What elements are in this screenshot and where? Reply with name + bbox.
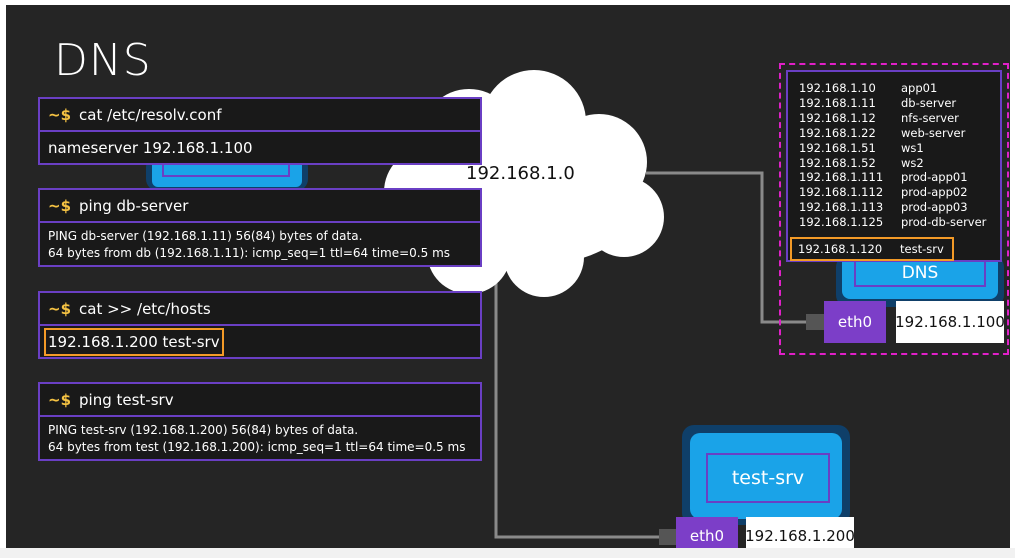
dns-record-row: 192.168.1.10 app01 bbox=[799, 81, 1000, 96]
diagram-canvas: 192.168.1.0 DNS ~$ cat /etc/resolv.conf … bbox=[6, 5, 1010, 548]
dns-server-label: DNS bbox=[901, 263, 939, 283]
dns-hosts-table: 192.168.1.10 app01 192.168.1.11 db-server 19… bbox=[786, 70, 1002, 262]
record-ip: 192.168.1.125 bbox=[799, 215, 884, 230]
network-label: 192.168.1.0 bbox=[466, 163, 575, 184]
output-line: 64 bytes from db (192.168.1.11): icmp_se… bbox=[48, 246, 451, 260]
record-name: nfs-server bbox=[901, 110, 959, 125]
record-ip: 192.168.1.111 bbox=[799, 170, 884, 185]
dns-record-row: 192.168.1.112 prod-app02 bbox=[799, 185, 1000, 200]
command-text: ping db-server bbox=[79, 196, 189, 215]
prompt-symbol: ~$ bbox=[48, 196, 72, 215]
output-line: PING db-server (192.168.1.11) 56(84) byt… bbox=[48, 229, 363, 243]
terminal-2-output: PING db-server (192.168.1.11) 56(84) byt… bbox=[38, 221, 482, 267]
dns-ip-address: 192.168.1.100 bbox=[895, 301, 1005, 343]
record-name: ws2 bbox=[901, 155, 924, 170]
record-name: prod-db-server bbox=[901, 215, 987, 230]
record-name: web-server bbox=[901, 125, 966, 140]
dns-new-record: 192.168.1.120 test-srv bbox=[790, 237, 954, 261]
record-ip: 192.168.1.22 bbox=[799, 125, 876, 140]
record-name: prod-app01 bbox=[901, 170, 968, 185]
output-line: 64 bytes from test (192.168.1.200): icmp… bbox=[48, 440, 466, 454]
record-name: prod-app03 bbox=[901, 200, 968, 215]
terminal-4-command: ~$ ping test-srv bbox=[38, 382, 482, 417]
record-ip: 192.168.1.112 bbox=[799, 185, 884, 200]
test-srv-screen-label-box: test-srv bbox=[706, 453, 830, 503]
dns-record-row: 192.168.1.111 prod-app01 bbox=[799, 170, 1000, 185]
prompt-symbol: ~$ bbox=[48, 105, 72, 124]
record-ip: 192.168.1.120 bbox=[798, 241, 883, 256]
terminal-2-command: ~$ ping db-server bbox=[38, 188, 482, 223]
command-text: cat /etc/resolv.conf bbox=[79, 105, 222, 124]
record-ip: 192.168.1.52 bbox=[799, 155, 876, 170]
record-name: app01 bbox=[901, 81, 938, 95]
record-ip: 192.168.1.113 bbox=[799, 200, 884, 215]
output-line: PING test-srv (192.168.1.200) 56(84) byt… bbox=[48, 423, 359, 437]
prompt-symbol: ~$ bbox=[48, 299, 72, 318]
dns-record-row: 192.168.1.12 nfs-server bbox=[799, 111, 1000, 126]
record-name: ws1 bbox=[901, 140, 924, 155]
dns-record-row: 192.168.1.113 prod-app03 bbox=[799, 200, 1000, 215]
link-cloud-to-test-srv bbox=[494, 255, 661, 539]
command-text: cat >> /etc/hosts bbox=[79, 299, 211, 318]
terminal-1-output: nameserver 192.168.1.100 bbox=[38, 130, 482, 165]
page-title: DNS bbox=[54, 35, 152, 86]
terminal-4-output: PING test-srv (192.168.1.200) 56(84) byt… bbox=[38, 415, 482, 461]
test-srv-eth0-port: eth0 bbox=[676, 517, 738, 548]
record-name: db-server bbox=[901, 95, 957, 110]
dns-record-row: 192.168.1.125 prod-db-server bbox=[799, 215, 1000, 230]
dns-eth0-port: eth0 bbox=[824, 301, 886, 343]
test-srv-ip-address: 192.168.1.200 bbox=[745, 517, 855, 548]
bottom-strip bbox=[0, 548, 1015, 558]
terminal-3-output: 192.168.1.200 test-srv bbox=[38, 324, 482, 359]
command-text: ping test-srv bbox=[79, 390, 174, 409]
record-ip: 192.168.1.11 bbox=[799, 95, 876, 110]
record-name: prod-app02 bbox=[901, 185, 968, 200]
record-name: test-srv bbox=[900, 241, 944, 256]
terminal-3-command: ~$ cat >> /etc/hosts bbox=[38, 291, 482, 326]
test-srv-label: test-srv bbox=[731, 467, 805, 489]
dns-record-row: 192.168.1.22 web-server bbox=[799, 126, 1000, 141]
record-ip: 192.168.1.51 bbox=[799, 140, 876, 155]
dns-record-row: 192.168.1.52 ws2 bbox=[799, 156, 1000, 171]
dns-record-list: 192.168.1.10 app01 192.168.1.11 db-server 19… bbox=[799, 81, 1000, 230]
dns-record-row: 192.168.1.11 db-server bbox=[799, 96, 1000, 111]
output-line: nameserver 192.168.1.100 bbox=[48, 138, 253, 157]
record-ip: 192.168.1.12 bbox=[799, 110, 876, 125]
terminal-1-command: ~$ cat /etc/resolv.conf bbox=[38, 97, 482, 132]
dns-record-row: 192.168.1.51 ws1 bbox=[799, 141, 1000, 156]
new-hosts-entry: 192.168.1.200 test-srv bbox=[44, 327, 224, 356]
prompt-symbol: ~$ bbox=[48, 390, 72, 409]
record-ip: 192.168.1.10 bbox=[799, 81, 876, 95]
